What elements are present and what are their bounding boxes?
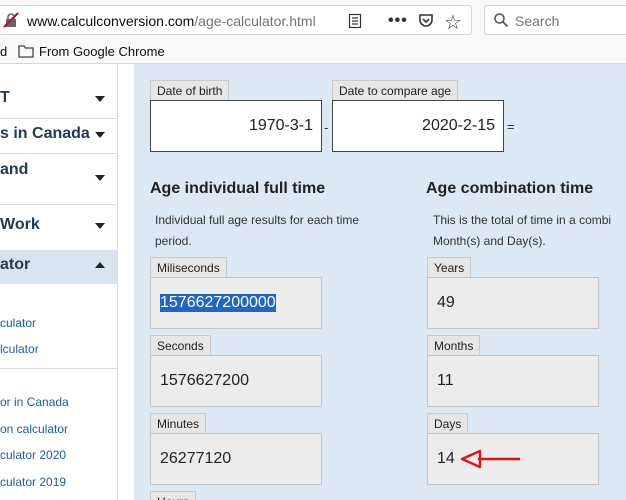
- pocket-icon[interactable]: [417, 12, 435, 30]
- calculator-panel: Date of birth 1970-3-1 - Date to compare…: [134, 64, 626, 500]
- page-actions-menu-icon[interactable]: •••: [388, 12, 408, 30]
- bookmarks-toolbar: d From Google Chrome: [0, 40, 626, 64]
- sidebar-divider: [0, 368, 117, 369]
- sidebar-divider: [0, 204, 117, 205]
- sidebar-link[interactable]: on calculator: [0, 422, 68, 436]
- date-separator: -: [324, 120, 329, 135]
- desc-line: period.: [155, 234, 192, 248]
- sidebar-item-1[interactable]: T: [0, 86, 117, 110]
- sidebar-item-2[interactable]: s in Canada: [0, 122, 117, 146]
- sidebar-divider: [0, 118, 117, 119]
- sidebar-item-label: ator: [0, 256, 31, 273]
- minutes-label: Minutes: [150, 413, 207, 433]
- desc-line: Month(s) and Day(s).: [433, 234, 546, 248]
- years-field[interactable]: 49: [427, 277, 599, 329]
- chevron-down-icon: [95, 96, 105, 102]
- browser-toolbar: www.calculconversion.com/age-calculator.…: [0, 0, 626, 41]
- compare-date-input[interactable]: 2020-2-15: [332, 100, 504, 152]
- sidebar-link[interactable]: culator 2019: [0, 475, 66, 489]
- days-label: Days: [427, 413, 469, 433]
- full-time-description: Individual full age results for each tim…: [155, 210, 359, 252]
- bookmark-partial[interactable]: d: [0, 44, 7, 59]
- sidebar-link[interactable]: culator 2020: [0, 448, 66, 462]
- full-time-title: Age individual full time: [150, 180, 326, 197]
- hours-label: Hours: [150, 491, 197, 500]
- page-gutter: [118, 64, 134, 500]
- months-field[interactable]: 11: [427, 355, 599, 407]
- folder-icon[interactable]: [18, 44, 34, 58]
- desc-line: This is the total of time in a combi: [433, 213, 612, 227]
- years-value: 49: [437, 294, 455, 311]
- url-text[interactable]: www.calculconversion.com/age-calculator.…: [27, 13, 316, 29]
- sidebar-item-label: and: [0, 161, 29, 178]
- chevron-down-icon: [95, 223, 105, 229]
- sidebar-item-3[interactable]: and: [0, 157, 117, 197]
- search-placeholder: Search: [515, 13, 560, 29]
- bookmark-folder-from-google-chrome[interactable]: From Google Chrome: [39, 44, 165, 59]
- chevron-down-icon: [95, 132, 105, 138]
- months-value: 11: [437, 372, 454, 389]
- chevron-up-icon: [95, 262, 105, 268]
- days-value: 14: [437, 450, 455, 467]
- seconds-value: 1576627200: [160, 372, 249, 389]
- chevron-down-icon: [95, 175, 105, 181]
- url-path: /age-calculator.html: [194, 13, 316, 29]
- not-secure-icon[interactable]: [3, 12, 19, 28]
- red-arrow-annotation-icon: [460, 449, 520, 469]
- sidebar-link[interactable]: culator: [0, 316, 36, 330]
- milliseconds-value: 1576627200000: [160, 294, 276, 312]
- equals-sign: =: [507, 119, 515, 134]
- sidebar-item-label: Work: [0, 216, 40, 233]
- sidebar: T s in Canada and Work ator culator lcul…: [0, 64, 118, 500]
- search-icon: [494, 13, 509, 28]
- minutes-value: 26277120: [160, 450, 232, 467]
- reader-view-icon[interactable]: [347, 13, 363, 29]
- combination-time-title: Age combination time: [426, 180, 594, 197]
- years-label: Years: [427, 257, 472, 277]
- url-host: www.calculconversion.com: [27, 13, 195, 29]
- sidebar-item-label: s in Canada: [0, 125, 90, 142]
- bookmark-star-icon[interactable]: ☆: [444, 10, 462, 35]
- sidebar-item-age-calculator[interactable]: ator: [0, 250, 117, 284]
- sidebar-link[interactable]: or in Canada: [0, 395, 69, 409]
- sidebar-item-4[interactable]: Work: [0, 213, 117, 237]
- desc-line: Individual full age results for each tim…: [155, 213, 360, 227]
- milliseconds-label: Miliseconds: [150, 257, 227, 277]
- seconds-label: Seconds: [150, 335, 211, 355]
- sidebar-item-label: T: [0, 89, 10, 106]
- sidebar-divider: [0, 153, 117, 154]
- months-label: Months: [427, 335, 481, 355]
- minutes-field[interactable]: 26277120: [150, 433, 322, 485]
- date-of-birth-label: Date of birth: [150, 80, 230, 100]
- address-bar[interactable]: www.calculconversion.com/age-calculator.…: [0, 5, 472, 35]
- search-field[interactable]: Search: [484, 5, 626, 35]
- combination-time-description: This is the total of time in a combi Mon…: [433, 210, 611, 252]
- seconds-field[interactable]: 1576627200: [150, 355, 322, 407]
- date-of-birth-input[interactable]: 1970-3-1: [150, 100, 322, 152]
- sidebar-link[interactable]: lculator: [0, 342, 39, 356]
- compare-date-label: Date to compare age: [332, 80, 459, 100]
- milliseconds-field[interactable]: 1576627200000: [150, 277, 322, 329]
